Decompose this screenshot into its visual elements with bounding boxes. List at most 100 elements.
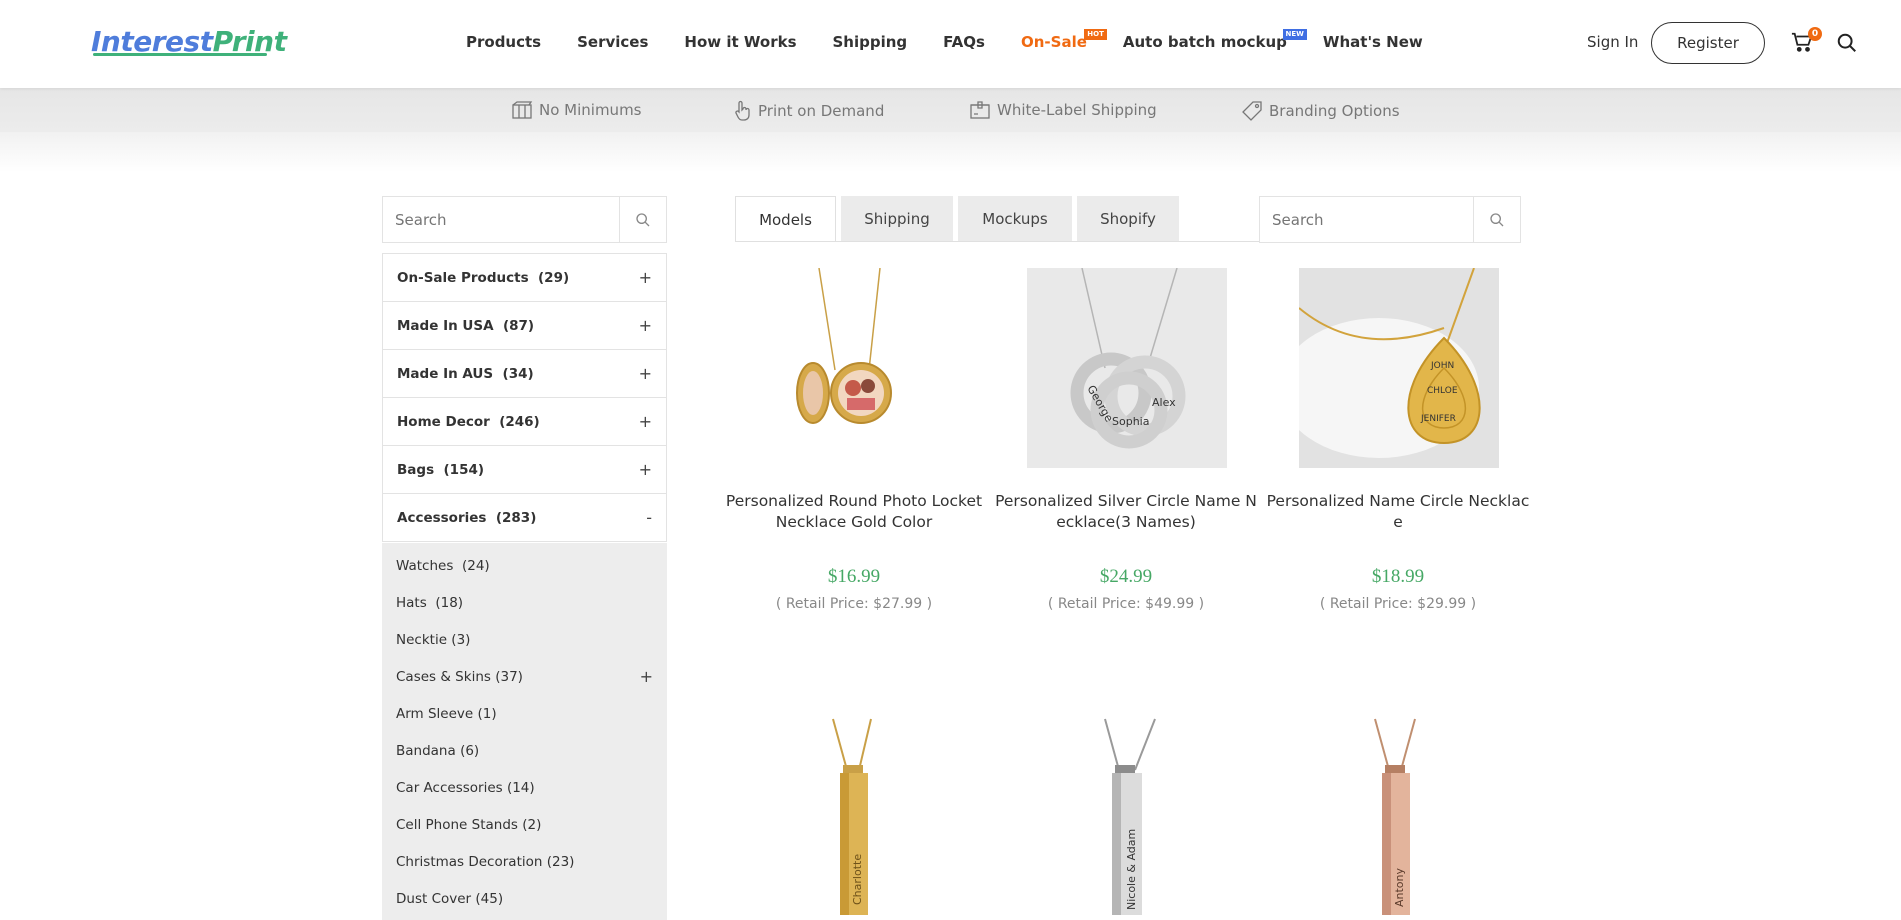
search-icon bbox=[636, 212, 650, 226]
hot-badge: HOT bbox=[1084, 29, 1107, 40]
collapse-icon[interactable]: - bbox=[646, 508, 652, 527]
subcategory-label: Bandana (6) bbox=[396, 742, 480, 759]
tab-shopify[interactable]: Shopify bbox=[1077, 196, 1179, 242]
category-label: Home Decor (246) bbox=[397, 413, 540, 430]
nav-how-it-works[interactable]: How it Works bbox=[684, 33, 796, 51]
subcategory-cell-phone-stands[interactable]: Cell Phone Stands (2) bbox=[382, 806, 667, 843]
product-retail-price: ( Retail Price: $27.99 ) bbox=[775, 596, 933, 612]
subcategory-label: Watches (24) bbox=[396, 557, 490, 574]
engraving: CHLOE bbox=[1427, 386, 1458, 396]
product-retail-price: ( Retail Price: $49.99 ) bbox=[1047, 596, 1205, 612]
package-icon bbox=[970, 101, 990, 119]
product-image-silver-rings[interactable]: George Alex Sophia bbox=[1027, 268, 1227, 468]
main-nav: Products Services How it Works Shipping … bbox=[466, 29, 1459, 51]
logo-underline bbox=[93, 53, 267, 56]
subcategory-watches[interactable]: Watches (24) bbox=[382, 547, 667, 584]
category-on-sale-products[interactable]: On-Sale Products (29) + bbox=[383, 254, 666, 302]
feature-label: White-Label Shipping bbox=[997, 101, 1157, 119]
subcategory-cases-skins[interactable]: Cases & Skins (37) + bbox=[382, 658, 667, 695]
engraving: JENIFER bbox=[1420, 414, 1456, 424]
feature-print-on-demand: Print on Demand bbox=[732, 100, 884, 122]
tab-mockups[interactable]: Mockups bbox=[958, 196, 1072, 242]
subcategory-label: Dust Cover (45) bbox=[396, 890, 504, 907]
feature-branding-options: Branding Options bbox=[1241, 100, 1400, 122]
sidebar-search-button[interactable] bbox=[619, 197, 666, 242]
expand-icon[interactable]: + bbox=[640, 667, 653, 686]
engraving: Nicole & Adam bbox=[1125, 829, 1138, 910]
engraving: Alex bbox=[1152, 396, 1176, 409]
feature-label: Branding Options bbox=[1269, 102, 1400, 120]
product-image-gold-locket[interactable] bbox=[755, 268, 955, 468]
subcategory-label: Hats (18) bbox=[396, 594, 464, 611]
subcategory-arm-sleeve[interactable]: Arm Sleeve (1) bbox=[382, 695, 667, 732]
product-image-gold-teardrops[interactable]: JOHN CHLOE JENIFER bbox=[1299, 268, 1499, 468]
search-icon[interactable] bbox=[1836, 32, 1858, 54]
subcategory-dust-cover[interactable]: Dust Cover (45) bbox=[382, 880, 667, 917]
category-label: Made In AUS (34) bbox=[397, 365, 534, 382]
subcategory-label: Arm Sleeve (1) bbox=[396, 705, 497, 722]
feature-label: No Minimums bbox=[539, 101, 642, 119]
nav-whats-new[interactable]: What's New bbox=[1323, 33, 1423, 51]
engraving: Sophia bbox=[1112, 415, 1149, 428]
product-search bbox=[1259, 196, 1521, 243]
subcategory-label: Christmas Decoration (23) bbox=[396, 853, 575, 870]
feature-strip-shadow bbox=[0, 132, 1901, 172]
category-made-in-aus[interactable]: Made In AUS (34) + bbox=[383, 350, 666, 398]
search-icon bbox=[1490, 212, 1504, 226]
expand-icon[interactable]: + bbox=[639, 412, 652, 431]
feature-white-label-shipping: White-Label Shipping bbox=[969, 100, 1157, 120]
nav-services[interactable]: Services bbox=[577, 33, 648, 51]
subcategory-label: Cell Phone Stands (2) bbox=[396, 816, 542, 833]
expand-icon[interactable]: + bbox=[639, 460, 652, 479]
cart-count-badge: 0 bbox=[1808, 27, 1822, 41]
tab-models[interactable]: Models bbox=[735, 196, 836, 242]
new-badge: NEW bbox=[1282, 29, 1307, 40]
category-label: Bags (154) bbox=[397, 461, 485, 478]
sidebar-search-input[interactable] bbox=[383, 197, 619, 242]
product-search-input[interactable] bbox=[1260, 197, 1473, 242]
product-name[interactable]: Personalized Round Photo Locket Necklace… bbox=[719, 491, 989, 533]
engraving: JOHN bbox=[1430, 361, 1454, 371]
subcategory-hats[interactable]: Hats (18) bbox=[382, 584, 667, 621]
sidebar-search bbox=[382, 196, 667, 243]
nav-shipping[interactable]: Shipping bbox=[833, 33, 908, 51]
subcategory-label: Cases & Skins (37) bbox=[396, 668, 523, 685]
subcategory-car-accessories[interactable]: Car Accessories (14) bbox=[382, 769, 667, 806]
subcategory-bandana[interactable]: Bandana (6) bbox=[382, 732, 667, 769]
expand-icon[interactable]: + bbox=[639, 268, 652, 287]
product-search-button[interactable] bbox=[1473, 197, 1520, 242]
product-name[interactable]: Personalized Name Circle Necklace bbox=[1263, 491, 1533, 533]
box-icon bbox=[512, 101, 533, 119]
feature-label: Print on Demand bbox=[758, 102, 885, 120]
engraving: Antony bbox=[1393, 867, 1406, 907]
category-home-decor[interactable]: Home Decor (246) + bbox=[383, 398, 666, 446]
category-accessories[interactable]: Accessories (283) - bbox=[383, 494, 666, 542]
subcategory-label: Car Accessories (14) bbox=[396, 779, 535, 796]
tab-shipping[interactable]: Shipping bbox=[841, 196, 953, 242]
nav-faqs[interactable]: FAQs bbox=[943, 33, 985, 51]
product-retail-price: ( Retail Price: $29.99 ) bbox=[1319, 596, 1477, 612]
product-image-rose-bar[interactable]: Antony bbox=[1299, 715, 1499, 915]
category-bags[interactable]: Bags (154) + bbox=[383, 446, 666, 494]
product-image-silver-bar[interactable]: Nicole & Adam bbox=[1027, 715, 1227, 915]
register-button[interactable]: Register bbox=[1651, 22, 1765, 64]
nav-products[interactable]: Products bbox=[466, 33, 541, 51]
category-made-in-usa[interactable]: Made In USA (87) + bbox=[383, 302, 666, 350]
product-price: $24.99 bbox=[1099, 566, 1153, 587]
subcategory-necktie[interactable]: Necktie (3) bbox=[382, 621, 667, 658]
subcategory-christmas-decoration[interactable]: Christmas Decoration (23) bbox=[382, 843, 667, 880]
nav-auto-batch-mockup[interactable]: Auto batch mockup NEW bbox=[1122, 29, 1307, 51]
nav-on-sale[interactable]: On-Sale HOT bbox=[1021, 29, 1107, 51]
sign-in-link[interactable]: Sign In bbox=[1587, 33, 1638, 51]
category-list: On-Sale Products (29) + Made In USA (87)… bbox=[382, 253, 667, 542]
content-tabs: Models Shipping Mockups Shopify bbox=[735, 196, 1184, 242]
subcategory-list: Watches (24) Hats (18) Necktie (3) Cases… bbox=[382, 543, 667, 920]
site-header: Interest Print Products Services How it W… bbox=[0, 0, 1901, 88]
nav-auto-batch-label: Auto batch mockup bbox=[1122, 33, 1287, 51]
product-image-gold-bar[interactable]: Charlotte bbox=[755, 715, 955, 915]
product-name[interactable]: Personalized Silver Circle Name Necklace… bbox=[991, 491, 1261, 533]
engraving: Charlotte bbox=[851, 854, 864, 905]
feature-no-minimums: No Minimums bbox=[511, 100, 642, 120]
expand-icon[interactable]: + bbox=[639, 364, 652, 383]
expand-icon[interactable]: + bbox=[639, 316, 652, 335]
